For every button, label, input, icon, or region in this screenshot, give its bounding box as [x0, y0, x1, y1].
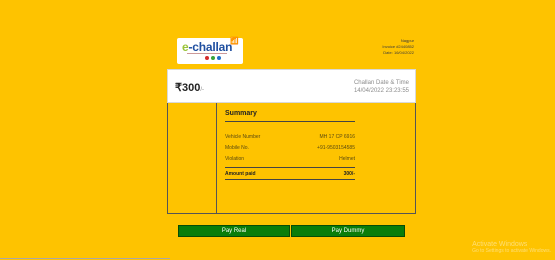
challan-datetime-label: Challan Date & Time — [353, 80, 409, 86]
pay-dummy-button[interactable]: Pay Dummy — [291, 225, 405, 237]
logo-dot-blue — [217, 56, 221, 60]
summary-row-value: MH 17 CP 6916 — [319, 133, 355, 140]
frame-divider — [216, 103, 217, 214]
summary-row-violation: Violation Helmet — [225, 153, 355, 164]
summary-row-mobile: Mobile No. +91-9503154585 — [225, 142, 355, 153]
echallan-logo: 📶 e-challan — [177, 38, 243, 64]
logo-text: e-challan — [182, 40, 233, 54]
pay-real-button[interactable]: Pay Real — [178, 225, 290, 237]
watermark-line-2: Go to Settings to activate Windows. — [472, 248, 551, 254]
invoice-meta: Nagpur Invoice #2440852 Date: 16/04/2022 — [382, 38, 414, 56]
summary-row-label: Violation — [225, 155, 245, 162]
logo-dot-green — [211, 56, 215, 60]
summary-row-value: +91-9503154585 — [317, 144, 355, 151]
summary-row-value: Helmet — [339, 155, 355, 162]
logo-dots — [205, 56, 221, 60]
amount-value: ₹300/- — [175, 82, 205, 94]
frame-right-border — [415, 103, 416, 214]
summary-row-vehicle: Vehicle Number MH 17 CP 6916 — [225, 131, 355, 142]
total-label: Amount paid — [225, 170, 256, 177]
summary-row-total: Amount paid 300/- — [225, 167, 355, 180]
frame-bottom-border — [167, 213, 416, 214]
windows-activation-watermark: Activate Windows Go to Settings to activ… — [472, 241, 551, 255]
logo-dot-red — [205, 56, 209, 60]
logo-tagline-line — [187, 53, 227, 54]
challan-datetime-value: 14/04/2022 23:23:55 — [353, 88, 409, 94]
invoice-date: Date: 16/04/2022 — [383, 50, 414, 55]
amount-bar: ₹300/- Challan Date & Time 14/04/2022 23… — [167, 69, 416, 103]
frame-left-border — [167, 103, 168, 214]
summary-title: Summary — [225, 110, 355, 122]
total-value: 300/- — [343, 170, 355, 177]
bottom-scroll-line — [0, 258, 170, 259]
invoice-page: 📶 e-challan Nagpur Invoice #2440852 Date… — [0, 0, 555, 260]
challan-datetime: Challan Date & Time 14/04/2022 23:23:55 — [354, 79, 409, 95]
summary-row-label: Mobile No. — [225, 144, 249, 151]
summary-row-label: Vehicle Number — [225, 133, 261, 140]
watermark-line-1: Activate Windows — [472, 241, 528, 248]
summary-section: Summary Vehicle Number MH 17 CP 6916 Mob… — [225, 110, 355, 180]
